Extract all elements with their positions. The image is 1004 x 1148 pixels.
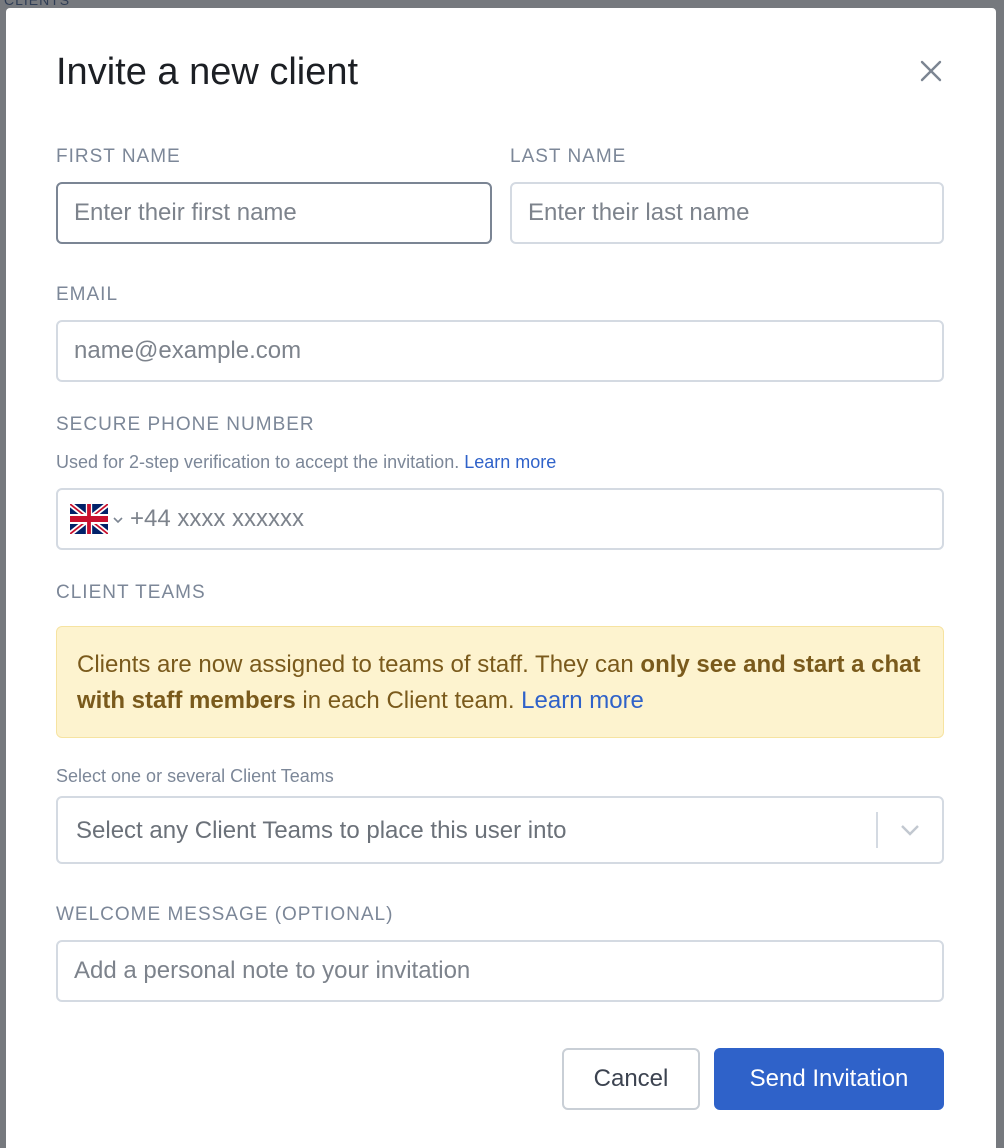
dialog-title: Invite a new client xyxy=(56,51,359,93)
notice-text-prefix: Clients are now assigned to teams of sta… xyxy=(77,651,634,678)
welcome-message-input[interactable] xyxy=(56,940,944,1002)
background-heading: CLIENTS xyxy=(4,0,71,8)
phone-hint-text: Used for 2-step verification to accept t… xyxy=(56,452,460,472)
welcome-message-label: WELCOME MESSAGE (OPTIONAL) xyxy=(56,904,394,925)
invite-client-dialog: Invite a new client FIRST NAME LAST NAME… xyxy=(6,8,996,1148)
first-name-input[interactable] xyxy=(56,182,492,244)
notice-text-suffix: in each Client team. xyxy=(302,687,515,714)
client-teams-label: CLIENT TEAMS xyxy=(56,582,206,603)
last-name-input[interactable] xyxy=(510,182,944,244)
client-teams-select-placeholder: Select any Client Teams to place this us… xyxy=(76,817,567,844)
cancel-button[interactable]: Cancel xyxy=(562,1048,700,1110)
chevron-down-icon xyxy=(113,517,123,524)
email-label: EMAIL xyxy=(56,284,119,305)
last-name-label: LAST NAME xyxy=(510,146,627,167)
phone-hint: Used for 2-step verification to accept t… xyxy=(56,452,556,473)
phone-input[interactable] xyxy=(130,490,930,548)
select-divider xyxy=(876,812,878,848)
send-invitation-button[interactable]: Send Invitation xyxy=(714,1048,944,1110)
first-name-label: FIRST NAME xyxy=(56,146,181,167)
close-button[interactable] xyxy=(916,56,946,86)
phone-field xyxy=(56,488,944,550)
country-selector[interactable] xyxy=(70,504,128,534)
notice-learn-more-link[interactable]: Learn more xyxy=(521,687,644,714)
phone-label: SECURE PHONE NUMBER xyxy=(56,414,315,435)
client-teams-notice: Clients are now assigned to teams of sta… xyxy=(56,626,944,738)
close-icon xyxy=(920,60,942,82)
phone-learn-more-link[interactable]: Learn more xyxy=(464,452,556,472)
chevron-down-icon[interactable] xyxy=(896,818,924,842)
client-teams-select-label: Select one or several Client Teams xyxy=(56,766,334,786)
uk-flag-icon xyxy=(70,504,108,534)
client-teams-select[interactable]: Select any Client Teams to place this us… xyxy=(56,796,944,864)
email-input[interactable] xyxy=(56,320,944,382)
